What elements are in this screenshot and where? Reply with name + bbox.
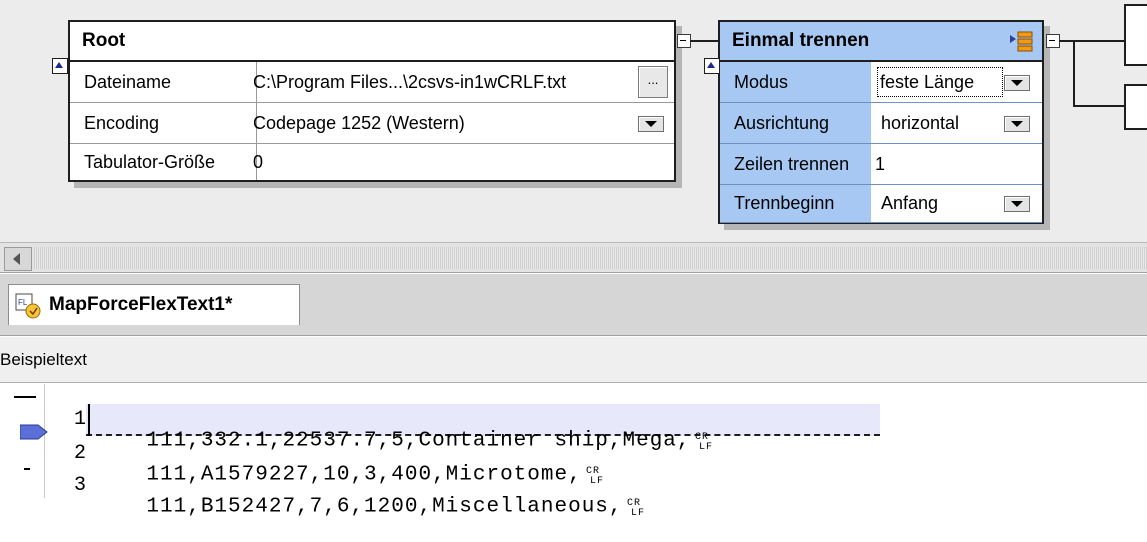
horizontal-scrollbar[interactable] bbox=[0, 243, 1147, 273]
split-title: Einmal trennen bbox=[720, 22, 1042, 62]
encoding-dropdown-icon[interactable] bbox=[638, 116, 664, 132]
scroll-track[interactable] bbox=[34, 247, 1147, 269]
svg-text:FL: FL bbox=[18, 298, 28, 307]
zeilen-value[interactable]: 1 bbox=[871, 144, 1042, 184]
connection-line bbox=[690, 40, 718, 42]
browse-button[interactable]: ... bbox=[638, 66, 668, 98]
root-component[interactable]: Root Dateiname C:\Program Files...\2csvs… bbox=[68, 20, 676, 182]
next-component-partial[interactable] bbox=[1124, 4, 1147, 66]
crlf-marker-icon: CRLF bbox=[627, 498, 645, 517]
root-row-dateiname[interactable]: Dateiname C:\Program Files...\2csvs-in1w… bbox=[70, 62, 674, 103]
split-once-component[interactable]: Einmal trennen Modus feste Länge Ausrich… bbox=[718, 20, 1044, 224]
sample-text-label: Beispieltext bbox=[0, 350, 87, 369]
svg-text:LF: LF bbox=[631, 508, 645, 517]
modus-value-text[interactable]: feste Länge bbox=[877, 67, 1004, 97]
split-row-label: Trennbeginn bbox=[720, 185, 885, 222]
split-collapse-icon[interactable] bbox=[704, 58, 720, 74]
root-title: Root bbox=[70, 22, 674, 62]
root-output-connector-icon[interactable] bbox=[677, 34, 691, 48]
design-canvas: Root Dateiname C:\Program Files...\2csvs… bbox=[0, 0, 1147, 243]
gutter-small-dash bbox=[24, 468, 30, 470]
split-row-ausrichtung[interactable]: Ausrichtung horizontal bbox=[720, 103, 1042, 144]
root-row-label: Dateiname bbox=[70, 62, 257, 102]
trennbeginn-dropdown-icon[interactable] bbox=[1004, 196, 1030, 212]
split-row-label: Modus bbox=[720, 62, 885, 102]
split-row-modus[interactable]: Modus feste Länge bbox=[720, 62, 1042, 103]
connection-line bbox=[1073, 40, 1075, 107]
sample-text-header: Beispieltext bbox=[0, 337, 1147, 383]
root-collapse-icon[interactable] bbox=[52, 58, 68, 74]
root-row-encoding[interactable]: Encoding Codepage 1252 (Western) bbox=[70, 103, 674, 144]
root-row-label: Encoding bbox=[70, 103, 257, 143]
modus-dropdown-icon[interactable] bbox=[1004, 75, 1030, 91]
connection-line bbox=[1073, 105, 1125, 107]
crlf-marker-icon: CRLF bbox=[695, 432, 713, 451]
root-row-label: Tabulator-Größe bbox=[70, 144, 257, 180]
tab-size-value[interactable]: 0 bbox=[243, 144, 674, 180]
ausrichtung-dropdown-icon[interactable] bbox=[1004, 116, 1030, 132]
sample-line[interactable]: 111,B152427,7,6,1200,Miscellaneous, CR LF bbox=[92, 472, 653, 542]
current-line-marker-icon[interactable] bbox=[19, 424, 48, 440]
sample-line-text: 111,B152427,7,6,1200,Miscellaneous, bbox=[146, 495, 623, 519]
split-row-zeilen[interactable]: Zeilen trennen 1 bbox=[720, 144, 1042, 185]
sample-text-editor[interactable]: 1 111,332.1,22537.7,5,Container ship,Meg… bbox=[0, 384, 1147, 519]
root-row-tab-size[interactable]: Tabulator-Größe 0 bbox=[70, 144, 674, 180]
svg-text:LF: LF bbox=[699, 442, 713, 451]
line-number: 3 bbox=[73, 474, 86, 497]
tab-label: MapForceFlexText1* bbox=[49, 294, 233, 315]
cursor-line bbox=[88, 404, 90, 436]
split-output-connector-icon[interactable] bbox=[1046, 34, 1060, 48]
connection-line bbox=[1059, 40, 1125, 42]
line-number: 2 bbox=[73, 442, 86, 465]
split-row-label: Ausrichtung bbox=[720, 103, 885, 143]
gutter-top-dash bbox=[14, 396, 36, 398]
next-component-partial[interactable] bbox=[1124, 84, 1147, 130]
scroll-left-icon[interactable] bbox=[4, 247, 32, 271]
flextext-file-icon: FL bbox=[15, 293, 43, 319]
orange-split-icon[interactable] bbox=[1010, 31, 1034, 53]
split-row-label: Zeilen trennen bbox=[720, 144, 885, 184]
gutter-line bbox=[44, 384, 45, 498]
dateiname-value[interactable]: C:\Program Files...\2csvs-in1wCRLF.txt bbox=[243, 62, 674, 102]
tab-mapforceflextext1[interactable]: FL MapForceFlexText1* bbox=[8, 284, 300, 325]
encoding-value[interactable]: Codepage 1252 (Western) bbox=[243, 103, 674, 143]
line-number: 1 bbox=[73, 408, 86, 431]
split-row-trennbeginn[interactable]: Trennbeginn Anfang bbox=[720, 185, 1042, 223]
tab-strip: FL MapForceFlexText1* bbox=[0, 274, 1147, 336]
